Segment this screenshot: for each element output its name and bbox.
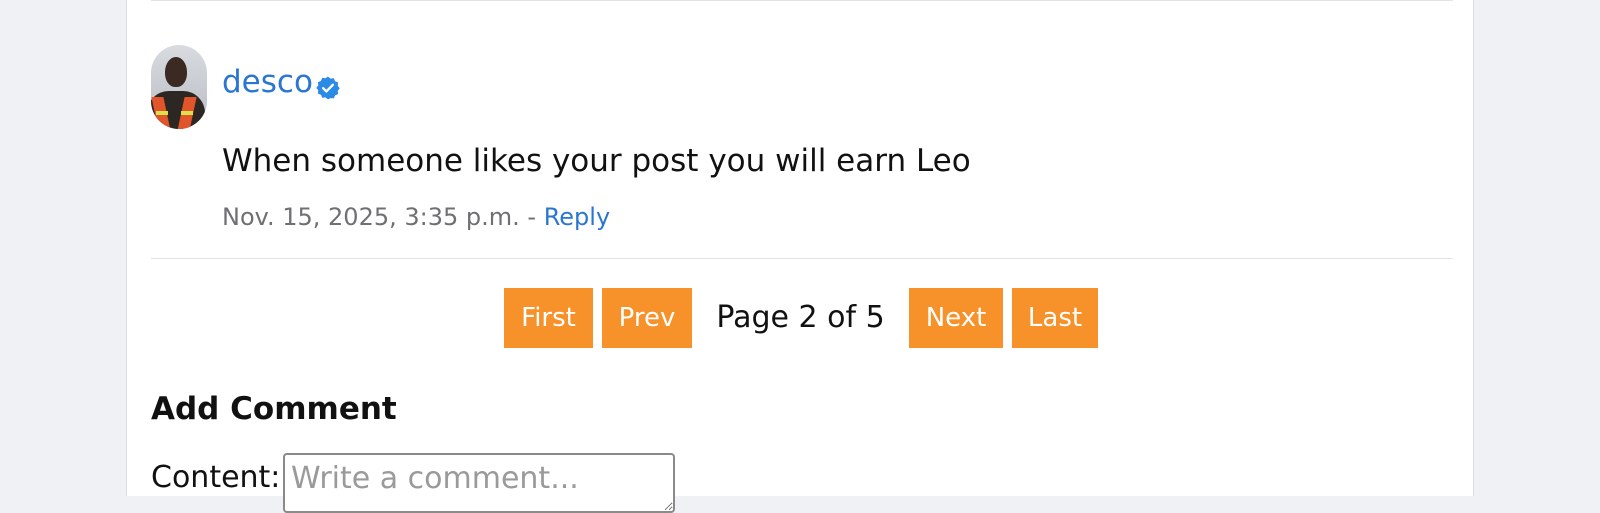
- comments-card: desco When someone likes your post you w…: [126, 0, 1475, 513]
- add-comment-heading: Add Comment: [151, 391, 397, 427]
- content-label: Content:: [151, 460, 281, 495]
- avatar-stripe-right: [181, 111, 193, 115]
- avatar-head-shape: [165, 57, 187, 87]
- comment-body: When someone likes your post you will ea…: [222, 143, 971, 179]
- page-indicator: Page 2 of 5: [716, 300, 885, 335]
- top-divider: [151, 0, 1453, 1]
- prev-page-button[interactable]: Prev: [602, 288, 692, 348]
- verified-badge-icon: [315, 71, 341, 100]
- reply-link[interactable]: Reply: [544, 203, 610, 231]
- next-page-button[interactable]: Next: [909, 288, 1003, 348]
- first-page-button[interactable]: First: [504, 288, 593, 348]
- comment-content-input[interactable]: [283, 453, 675, 513]
- last-page-button[interactable]: Last: [1012, 288, 1098, 348]
- user-avatar[interactable]: [151, 45, 207, 129]
- comment-author[interactable]: desco: [222, 62, 341, 102]
- username-text[interactable]: desco: [222, 62, 313, 102]
- avatar-stripe-left: [156, 111, 168, 115]
- pagination: First Prev Page 2 of 5 Next Last: [127, 288, 1475, 348]
- comment-meta: Nov. 15, 2025, 3:35 p.m. - Reply: [222, 201, 610, 233]
- comment-divider: [151, 258, 1453, 259]
- comment-timestamp: Nov. 15, 2025, 3:35 p.m.: [222, 203, 520, 231]
- meta-separator: -: [519, 203, 544, 231]
